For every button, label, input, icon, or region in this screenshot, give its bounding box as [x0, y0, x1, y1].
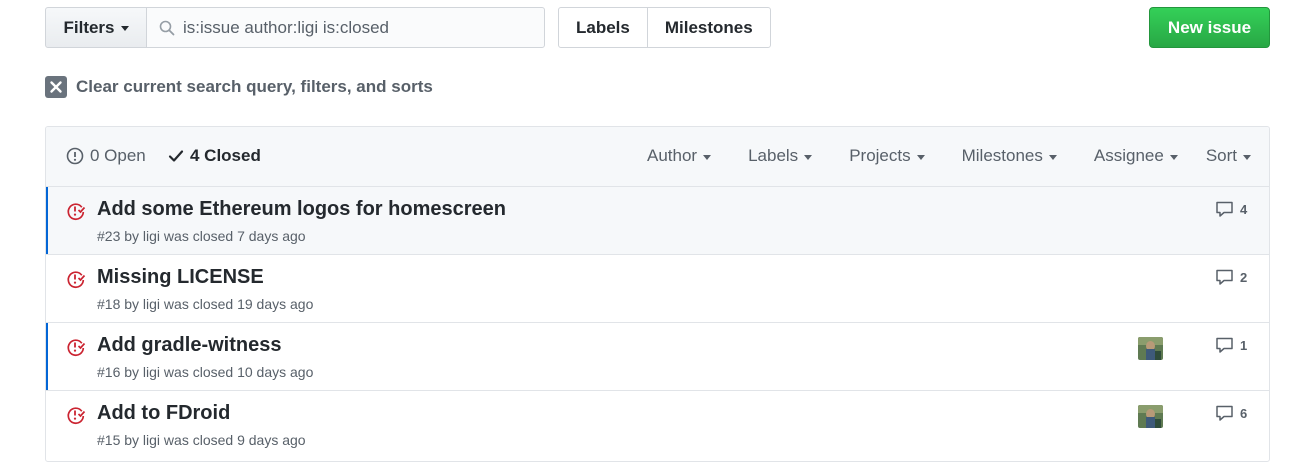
issue-title-link[interactable]: Add to FDroid: [97, 402, 230, 425]
labels-filter[interactable]: Labels: [748, 146, 813, 166]
clear-filters-label: Clear current search query, filters, and…: [76, 77, 433, 96]
issue-closed-icon: [67, 203, 86, 221]
clear-filters-link[interactable]: Clear current search query, filters, and…: [45, 76, 433, 98]
comments-link[interactable]: 4: [1215, 201, 1247, 218]
comment-count: 6: [1240, 406, 1248, 421]
issue-row[interactable]: Missing LICENSE #18 by ligi was closed 1…: [46, 255, 1269, 323]
assignee-avatar[interactable]: [1138, 337, 1163, 360]
issue-meta: #15 by ligi was closed 9 days ago: [97, 432, 306, 448]
chevron-down-icon: [1169, 154, 1178, 160]
close-icon: [45, 76, 67, 98]
chevron-down-icon: [804, 154, 813, 160]
new-issue-button[interactable]: New issue: [1149, 7, 1270, 48]
projects-filter-label: Projects: [849, 146, 911, 165]
comment-count: 2: [1240, 270, 1248, 285]
author-filter-label: Author: [646, 146, 698, 165]
issue-row[interactable]: Add to FDroid #15 by ligi was closed 9 d…: [46, 391, 1269, 459]
labels-filter-label: Labels: [748, 146, 799, 165]
closed-issues-tab[interactable]: 4 Closed: [168, 146, 261, 166]
comment-icon: [1216, 405, 1233, 421]
issue-closed-icon: [67, 271, 86, 289]
chevron-down-icon: [703, 154, 712, 160]
chevron-down-icon: [1048, 154, 1057, 160]
open-count-label: 0 Open: [90, 146, 146, 165]
issue-opened-icon: [66, 147, 84, 165]
comments-link[interactable]: 2: [1215, 269, 1247, 286]
issues-list-header: 0 Open 4 Closed Author Labels Projects M…: [46, 127, 1269, 187]
issues-list: 0 Open 4 Closed Author Labels Projects M…: [45, 126, 1270, 462]
comment-icon: [1216, 201, 1233, 217]
issue-meta: #18 by ligi was closed 19 days ago: [97, 296, 314, 312]
comments-link[interactable]: 6: [1215, 405, 1247, 422]
comment-icon: [1216, 337, 1233, 353]
comments-link[interactable]: 1: [1215, 337, 1247, 354]
sort-filter[interactable]: Sort: [1206, 146, 1251, 166]
search-input[interactable]: [183, 17, 523, 38]
author-filter[interactable]: Author: [646, 146, 712, 166]
projects-filter[interactable]: Projects: [849, 146, 925, 166]
comment-count: 4: [1240, 202, 1248, 217]
chevron-down-icon: [1243, 154, 1251, 160]
open-issues-tab[interactable]: 0 Open: [66, 146, 146, 166]
issue-title-link[interactable]: Add some Ethereum logos for homescreen: [97, 198, 506, 221]
labels-milestones-nav: Labels Milestones: [558, 7, 771, 48]
chevron-down-icon: [916, 154, 925, 160]
issue-meta: #23 by ligi was closed 7 days ago: [97, 228, 306, 244]
issue-title-link[interactable]: Missing LICENSE: [97, 266, 264, 289]
issue-title-link[interactable]: Add gradle-witness: [97, 334, 281, 357]
closed-count-label: 4 Closed: [190, 146, 261, 165]
milestones-filter-label: Milestones: [961, 146, 1043, 165]
issue-meta: #16 by ligi was closed 10 days ago: [97, 364, 314, 380]
issue-row[interactable]: Add gradle-witness #16 by ligi was close…: [46, 323, 1269, 391]
comment-icon: [1216, 269, 1233, 285]
labels-button[interactable]: Labels: [559, 8, 647, 47]
issue-closed-icon: [67, 407, 86, 425]
milestones-filter[interactable]: Milestones: [962, 146, 1057, 166]
assignee-avatar[interactable]: [1138, 405, 1163, 428]
filters-dropdown-button[interactable]: Filters: [45, 7, 147, 48]
header-filter-menus: Author Labels Projects Milestones Assign…: [647, 146, 1251, 166]
chevron-down-icon: [120, 26, 129, 31]
milestones-button[interactable]: Milestones: [646, 8, 770, 47]
sort-filter-label: Sort: [1205, 146, 1237, 165]
filters-label: Filters: [63, 17, 115, 37]
check-icon: [168, 150, 184, 162]
search-icon: [159, 20, 175, 35]
assignee-filter[interactable]: Assignee: [1094, 146, 1178, 166]
issue-row[interactable]: Add some Ethereum logos for homescreen #…: [46, 187, 1269, 255]
issue-closed-icon: [67, 339, 86, 357]
comment-count: 1: [1240, 338, 1248, 353]
assignee-filter-label: Assignee: [1093, 146, 1164, 165]
search-box[interactable]: [146, 7, 545, 48]
